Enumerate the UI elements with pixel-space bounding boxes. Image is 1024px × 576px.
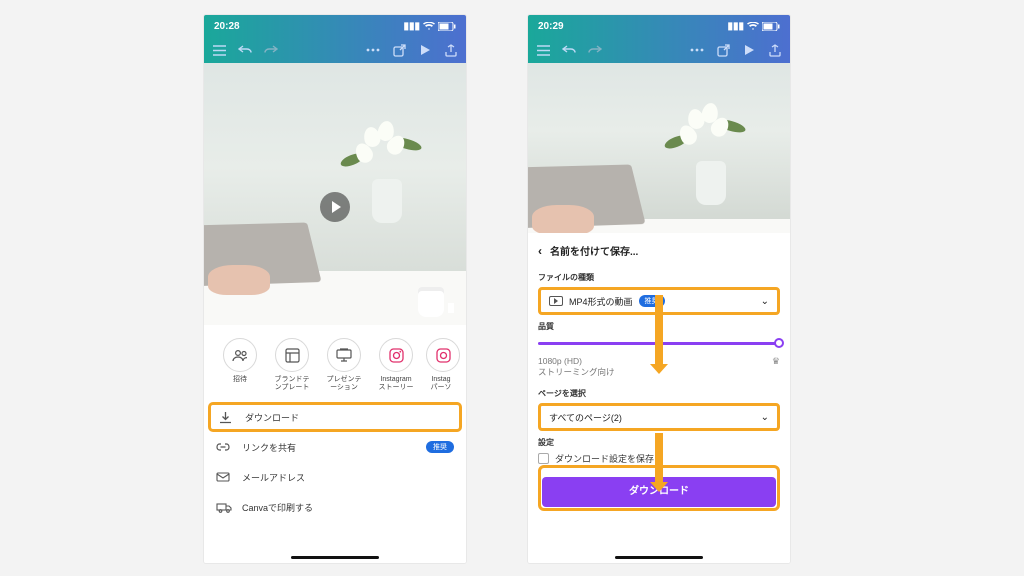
option-label: メールアドレス	[242, 471, 305, 484]
more-icon[interactable]	[366, 43, 380, 57]
share-label: Instagram ストーリー	[379, 376, 414, 391]
chevron-down-icon: ⌄	[761, 412, 769, 423]
quality-value: 1080p (HD)	[538, 356, 582, 366]
canvas-play-icon[interactable]	[320, 192, 350, 222]
share-destinations: 招待 ブランドテ ンプレート プレゼンテ ーション	[204, 338, 466, 398]
instagram-icon	[379, 338, 413, 372]
option-download[interactable]: ダウンロード	[208, 402, 462, 432]
file-type-value: MP4形式の動画	[569, 295, 633, 308]
design-canvas[interactable]	[528, 63, 790, 233]
wifi-icon	[423, 22, 435, 31]
download-icon	[219, 411, 235, 424]
status-bar: 20:29 ▮▮▮	[528, 15, 790, 37]
export-icon[interactable]	[716, 43, 730, 57]
instagram-icon	[426, 338, 460, 372]
save-settings-label: ダウンロード設定を保存	[555, 452, 654, 465]
battery-icon	[438, 22, 456, 31]
share-icon[interactable]	[768, 43, 782, 57]
checkbox-icon	[538, 453, 549, 464]
editor-toolbar	[204, 37, 466, 63]
download-sheet: ‹ 名前を付けて保存... ファイルの種類 MP4形式の動画 推奨 ⌄ 品質 ♛…	[528, 233, 790, 563]
option-label: Canvaで印刷する	[242, 501, 313, 514]
users-icon	[223, 338, 257, 372]
redo-icon[interactable]	[264, 43, 278, 57]
menu-icon[interactable]	[536, 43, 550, 57]
home-indicator	[291, 556, 379, 559]
share-sheet: 招待 ブランドテ ンプレート プレゼンテ ーション	[204, 326, 466, 563]
play-icon[interactable]	[418, 43, 432, 57]
signal-icon: ▮▮▮	[727, 21, 744, 32]
undo-icon[interactable]	[562, 43, 576, 57]
phone-left: 20:28 ▮▮▮	[204, 15, 466, 563]
file-type-label: ファイルの種類	[538, 272, 780, 283]
share-label: ブランドテ ンプレート	[275, 376, 310, 391]
pages-value: すべてのページ(2)	[549, 411, 622, 424]
signal-icon: ▮▮▮	[403, 21, 420, 32]
export-icon[interactable]	[392, 43, 406, 57]
quality-sub: ストリーミング向け	[538, 367, 615, 377]
share-label: Instag パーソ	[431, 376, 452, 391]
play-icon[interactable]	[742, 43, 756, 57]
share-presentation[interactable]: プレゼンテ ーション	[318, 338, 370, 392]
mail-icon	[216, 472, 232, 482]
more-icon[interactable]	[690, 43, 704, 57]
chevron-down-icon: ⌄	[761, 296, 769, 307]
link-icon	[216, 442, 232, 452]
battery-icon	[762, 22, 780, 31]
option-email[interactable]: メールアドレス	[216, 462, 454, 492]
back-icon[interactable]: ‹	[538, 244, 542, 258]
truck-icon	[216, 502, 232, 513]
clock: 20:28	[214, 21, 240, 32]
crown-icon: ♛	[772, 356, 780, 368]
status-icons: ▮▮▮	[727, 21, 780, 32]
option-label: リンクを共有	[242, 441, 296, 454]
share-label: 招待	[233, 376, 247, 383]
menu-icon[interactable]	[212, 43, 226, 57]
share-instagram-personal[interactable]: Instag パーソ	[422, 338, 460, 392]
undo-icon[interactable]	[238, 43, 252, 57]
share-brand-template[interactable]: ブランドテ ンプレート	[266, 338, 318, 392]
status-icons: ▮▮▮	[403, 21, 456, 32]
annotation-arrow	[655, 295, 663, 365]
video-icon	[549, 296, 563, 306]
annotation-arrow	[655, 433, 663, 483]
option-label: ダウンロード	[245, 411, 299, 424]
phone-right: 20:29 ▮▮▮	[528, 15, 790, 563]
option-print[interactable]: Canvaで印刷する	[216, 492, 454, 522]
pages-select[interactable]: すべてのページ(2) ⌄	[538, 403, 780, 431]
home-indicator	[615, 556, 703, 559]
recommended-badge: 推奨	[426, 441, 454, 453]
status-bar: 20:28 ▮▮▮	[204, 15, 466, 37]
share-label: プレゼンテ ーション	[327, 376, 362, 391]
template-icon	[275, 338, 309, 372]
wifi-icon	[747, 22, 759, 31]
editor-toolbar	[528, 37, 790, 63]
option-share-link[interactable]: リンクを共有 推奨	[216, 432, 454, 462]
pages-label: ページを選択	[538, 388, 780, 399]
clock: 20:29	[538, 21, 564, 32]
share-icon[interactable]	[444, 43, 458, 57]
sheet-title: 名前を付けて保存...	[550, 243, 638, 258]
redo-icon[interactable]	[588, 43, 602, 57]
share-instagram-story[interactable]: Instagram ストーリー	[370, 338, 422, 392]
design-canvas[interactable]	[204, 63, 466, 325]
share-invite[interactable]: 招待	[214, 338, 266, 392]
present-icon	[327, 338, 361, 372]
